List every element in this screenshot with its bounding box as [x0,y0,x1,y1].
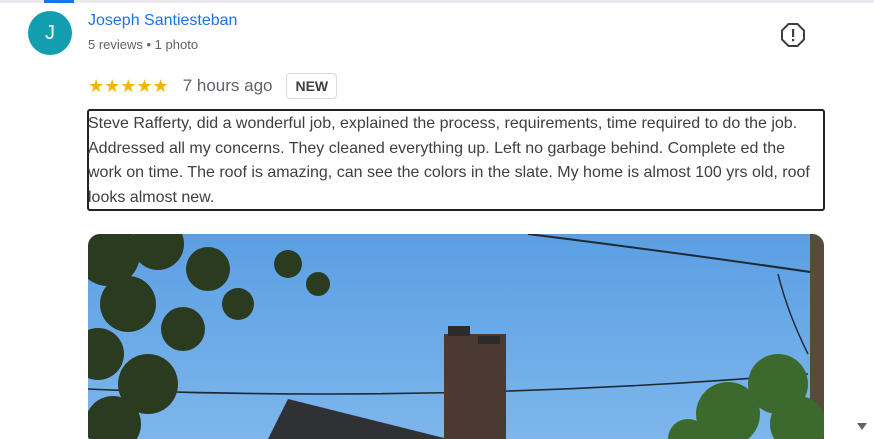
star-rating: ★★★★★ [88,75,169,96]
scroll-down-button[interactable] [855,420,869,434]
review-time: 7 hours ago [182,76,273,95]
report-button[interactable] [780,22,806,48]
avatar[interactable]: J [28,11,72,55]
new-badge: NEW [286,73,338,99]
active-tab-indicator [44,0,74,3]
scroll-down-icon [857,423,867,430]
avatar-initial: J [45,21,55,44]
review-text[interactable]: Steve Rafferty, did a wonderful job, exp… [88,112,822,210]
rating-row: ★★★★★ 7 hours ago NEW [88,72,338,100]
house-photo-image [88,234,824,439]
reviewer-meta: 5 reviews • 1 photo [88,37,199,52]
report-icon [781,23,805,47]
reviewer-name[interactable]: Joseph Santiesteban [88,12,237,30]
top-divider [0,0,874,3]
review-photo[interactable] [88,234,824,439]
